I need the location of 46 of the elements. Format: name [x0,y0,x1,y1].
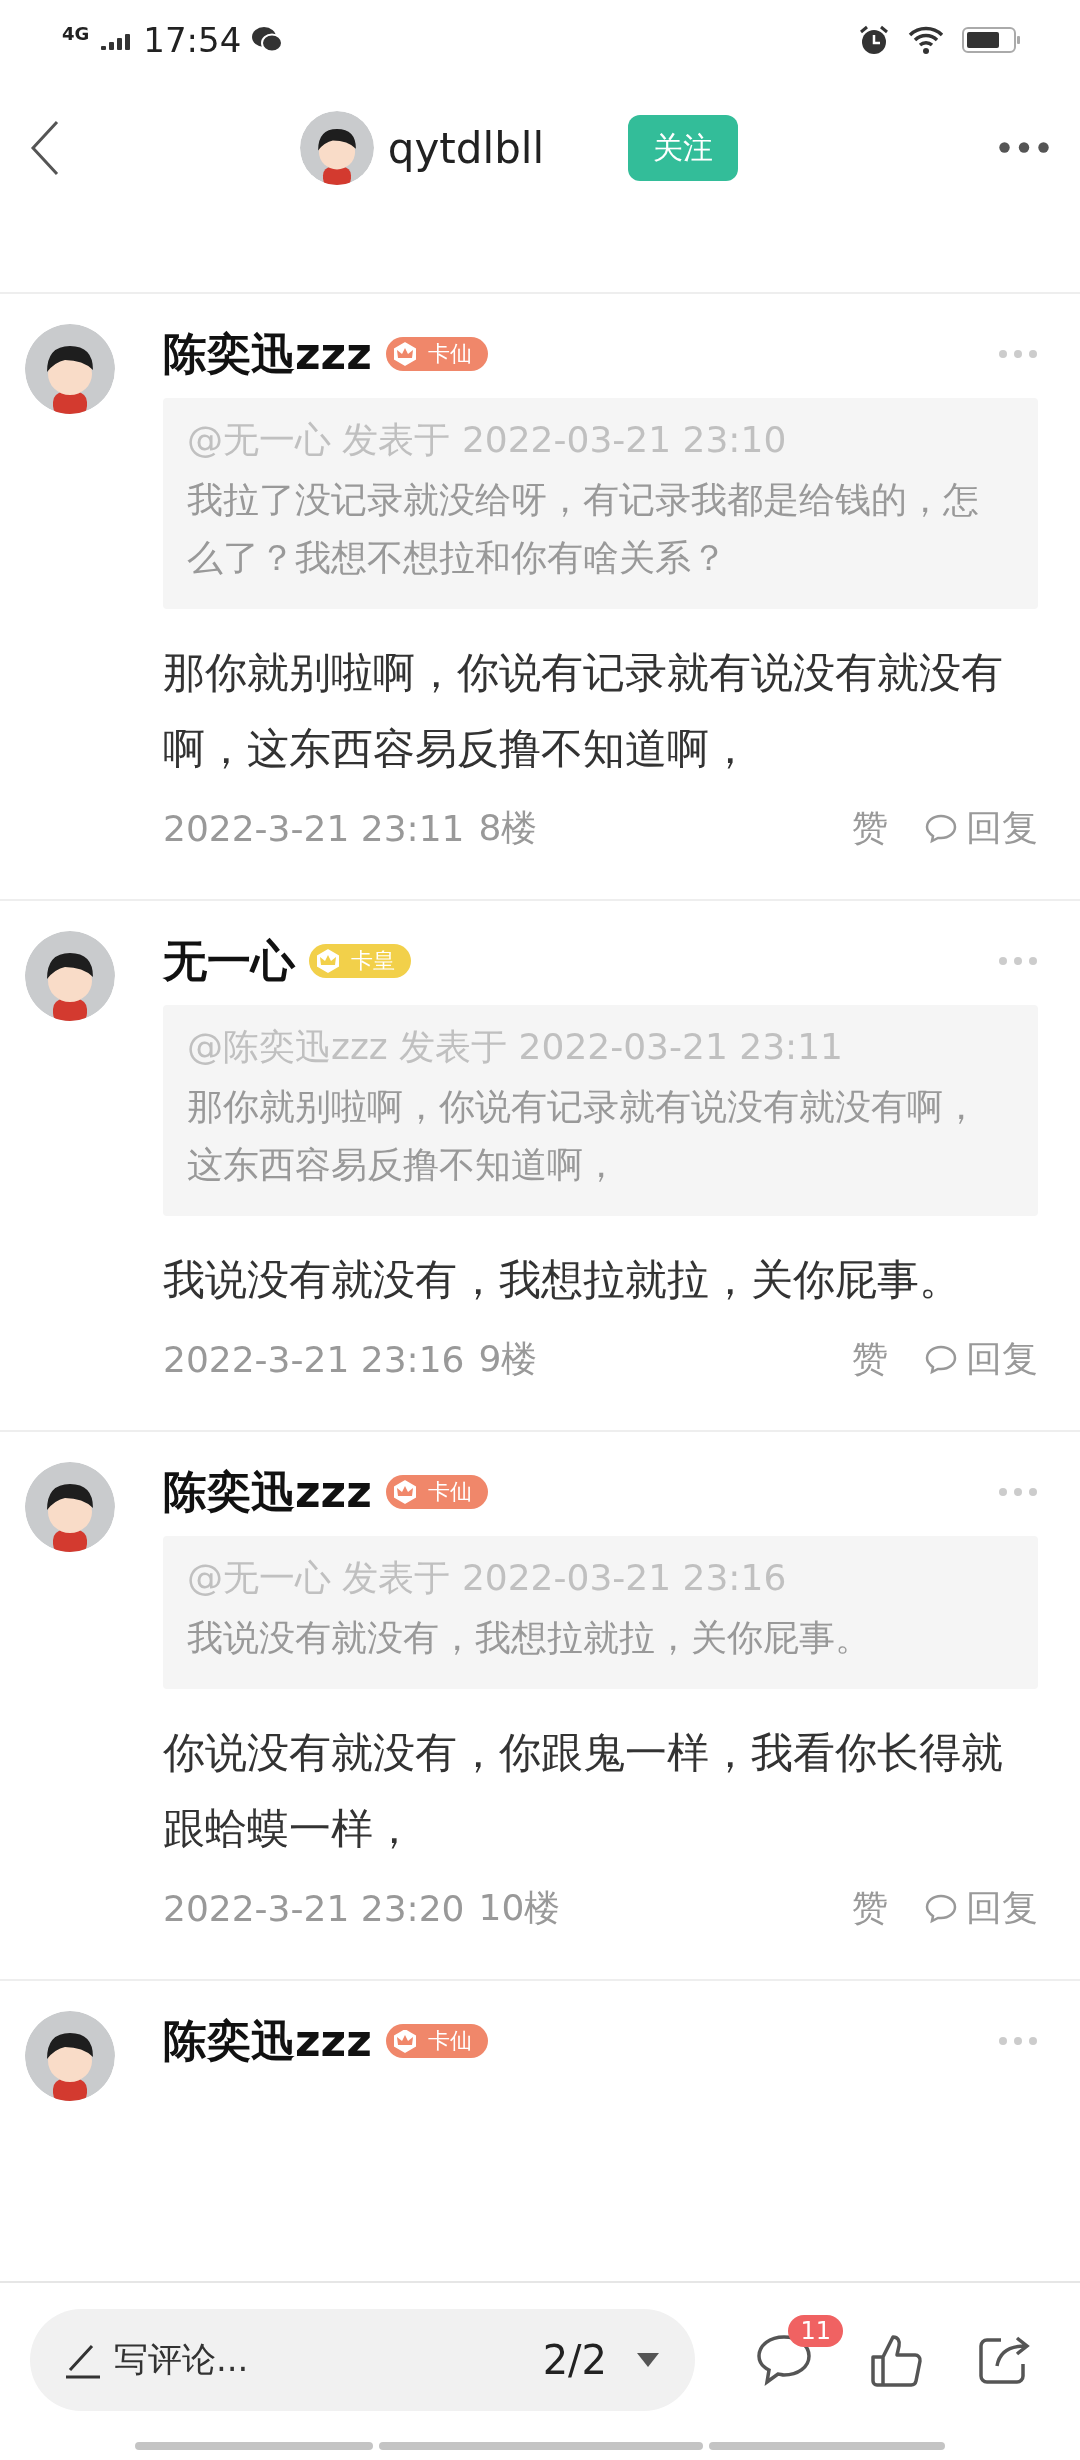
chat-app-icon [251,26,284,54]
level-badge: 卡仙 [385,2024,488,2058]
battery-icon [962,25,1022,55]
like-link[interactable]: 赞 [852,1334,888,1384]
like-link[interactable]: 赞 [852,1883,888,1933]
comment-text: 你说没有就没有，你跟鬼一样，我看你长得就跟蛤蟆一样， [163,1727,1004,1855]
page-indicator[interactable]: 2/2 [542,2337,607,2383]
reply-link[interactable]: 回复 [966,1334,1038,1384]
quote-text: 我拉了没记录就没给呀，有记录我都是给钱的，怎么了？我想不想拉和你有啥关系？ [187,478,980,580]
comment-placeholder: 写评论... [114,2338,250,2381]
dropdown-icon[interactable] [635,2351,661,2369]
level-badge: 卡皇 [309,944,411,978]
quote-text: 那你就别啦啊，你说有记录就有说没有就没有啊，这东西容易反撸不知道啊， [187,1085,980,1187]
follow-button[interactable]: 关注 [628,115,739,181]
comment-author[interactable]: 陈奕迅zzz [163,2011,372,2071]
comment-text: 那你就别啦啊，你说有记录就有说没有就没有啊，这东西容易反撸不知道啊， [163,647,1004,775]
comment-input[interactable]: 写评论... 2/2 [30,2309,695,2411]
status-time: 17:54 [143,20,242,60]
network-label: 4G [62,22,90,44]
quote-text: 我说没有就没有，我想拉就拉，关你屁事。 [187,1616,872,1660]
back-icon[interactable] [30,120,60,176]
reply-link[interactable]: 回复 [966,1883,1038,1933]
username: qytdlbll [387,123,545,173]
comment-time: 2022-3-21 23:20 [163,1887,465,1929]
floor-number: 8楼 [478,805,538,850]
reply-link[interactable]: 回复 [966,803,1038,853]
comment-count: 11 [788,2315,843,2347]
wifi-icon [908,25,944,55]
floor-number: 10楼 [478,1885,561,1930]
like-link[interactable]: 赞 [852,803,888,853]
floor-number: 9楼 [478,1336,538,1381]
comment-time: 2022-3-21 23:11 [163,807,465,849]
more-icon[interactable] [998,140,1050,154]
level-badge: 卡仙 [385,337,488,371]
avatar[interactable] [299,111,374,185]
avatar[interactable] [25,2011,115,2101]
avatar[interactable] [25,324,115,414]
level-badge: 卡仙 [385,1475,488,1509]
comment-author[interactable]: 陈奕迅zzz [163,324,372,384]
comment-author[interactable]: 陈奕迅zzz [163,1462,372,1522]
comment-text: 我说没有就没有，我想拉就拉，关你屁事。 [163,1254,962,1306]
avatar[interactable] [25,1462,115,1552]
avatar[interactable] [25,931,115,1021]
comment-author[interactable]: 无一心 [163,931,295,991]
alarm-icon [858,24,890,56]
comment-time: 2022-3-21 23:16 [163,1338,465,1380]
